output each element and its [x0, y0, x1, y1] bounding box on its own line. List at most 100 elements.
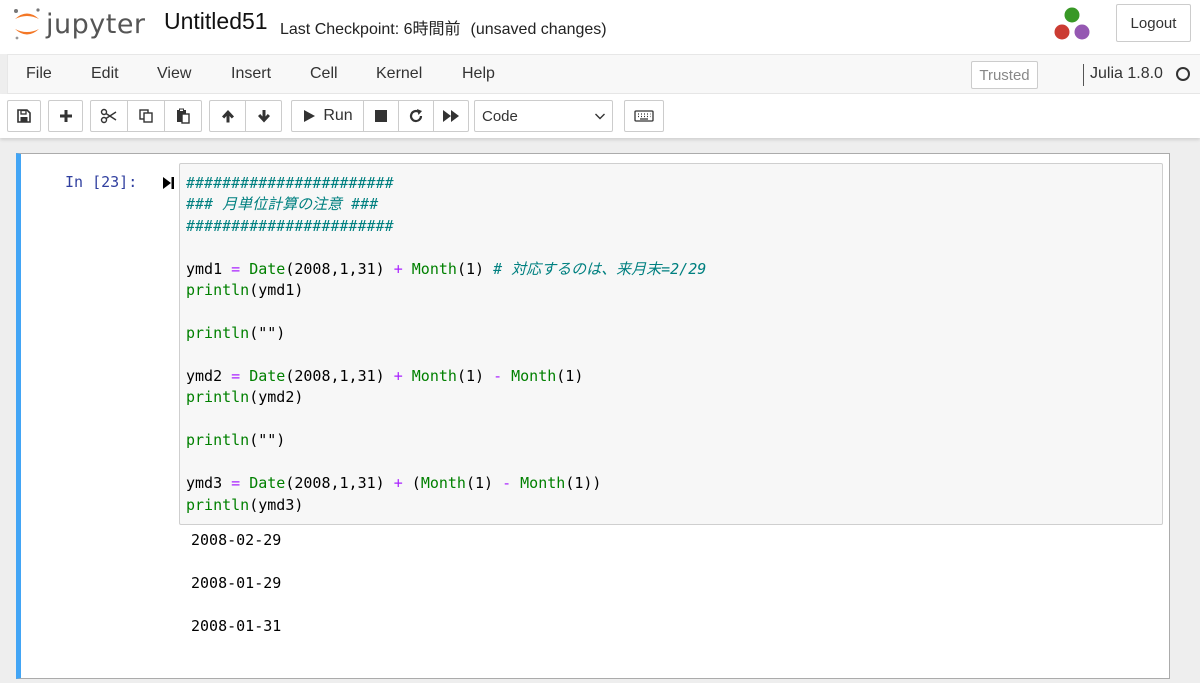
- trusted-indicator[interactable]: Trusted: [971, 61, 1038, 89]
- cut-icon: [100, 108, 117, 124]
- operator: -: [502, 474, 521, 493]
- logout-button[interactable]: Logout: [1116, 4, 1191, 42]
- run-cell-icon[interactable]: [161, 175, 175, 191]
- code-line: #######################: [186, 216, 1156, 237]
- operator: +: [393, 259, 412, 278]
- operator: +: [393, 366, 412, 385]
- save-icon: [17, 109, 31, 123]
- cut-button[interactable]: [90, 100, 128, 132]
- operator: =: [231, 366, 250, 385]
- logo-text: jupyter: [46, 8, 146, 40]
- output-line: 2008-01-29: [191, 574, 282, 592]
- code-line: ymd2 = Date(2008,1,31) + Month(1) - Mont…: [186, 366, 1156, 387]
- toolbar: Run Code: [0, 94, 1200, 138]
- interrupt-kernel-button[interactable]: [363, 100, 399, 132]
- output-line-blank: [179, 552, 1163, 574]
- operator: =: [231, 259, 250, 278]
- menu-help[interactable]: Help: [462, 65, 495, 83]
- menu-edit[interactable]: Edit: [91, 65, 119, 83]
- menu-cell[interactable]: Cell: [310, 65, 338, 83]
- paste-icon: [177, 108, 190, 124]
- builtin: println: [186, 281, 250, 300]
- code-line: println(ymd3): [186, 495, 1156, 516]
- menu-file[interactable]: File: [26, 65, 52, 83]
- builtin: Month: [511, 366, 557, 385]
- output-line: 2008-01-31: [191, 617, 282, 635]
- code-line: println(ymd2): [186, 387, 1156, 408]
- args: (ymd3): [249, 495, 304, 514]
- notebook-name[interactable]: Untitled51: [164, 8, 268, 35]
- builtin: Date: [249, 259, 286, 278]
- builtin: Month: [411, 366, 457, 385]
- arrow-down-icon: [257, 110, 270, 123]
- builtin: Month: [420, 474, 466, 493]
- chevron-down-icon: [595, 113, 605, 120]
- menubar: File Edit View Insert Cell Kernel Help T…: [7, 54, 1200, 94]
- kernel-name[interactable]: Julia 1.8.0: [1090, 65, 1163, 83]
- variable: ymd2: [186, 366, 232, 385]
- comment: # 対応するのは、来月末=2/29: [493, 259, 707, 278]
- kernel-idle-indicator-icon: [1176, 67, 1190, 81]
- header: jupyter Untitled51 Last Checkpoint: 6時間前…: [0, 0, 1200, 54]
- save-button[interactable]: [7, 100, 41, 132]
- jupyter-logo[interactable]: jupyter: [12, 4, 146, 44]
- args: (""): [249, 324, 286, 343]
- code-line: ### 月単位計算の注意 ###: [186, 194, 1156, 215]
- code-cell-selected[interactable]: In [23]: ####################### ### 月単位…: [16, 153, 1170, 679]
- palette-group: [624, 100, 664, 132]
- move-down-button[interactable]: [245, 100, 282, 132]
- clipboard-group: [90, 100, 202, 132]
- builtin: Month: [520, 474, 566, 493]
- cell-type-select[interactable]: Code: [474, 100, 613, 132]
- stop-icon: [375, 110, 387, 122]
- last-checkpoint: Last Checkpoint: 6時間前: [280, 21, 461, 38]
- operator: =: [231, 474, 250, 493]
- arrow-up-icon: [221, 110, 234, 123]
- args: (1): [456, 259, 494, 278]
- comment: #######################: [186, 216, 394, 235]
- copy-icon: [139, 109, 153, 123]
- restart-kernel-button[interactable]: [398, 100, 434, 132]
- args: (1): [556, 366, 584, 385]
- move-up-button[interactable]: [209, 100, 246, 132]
- fast-forward-icon: [443, 110, 459, 122]
- julia-kernel-logo-icon: [1052, 6, 1092, 42]
- builtin: println: [186, 324, 250, 343]
- args: (ymd2): [249, 388, 304, 407]
- code-editor[interactable]: ####################### ### 月単位計算の注意 ###…: [179, 163, 1163, 525]
- output-line: 2008-02-29: [191, 531, 282, 549]
- args: (2008,1,31): [285, 366, 394, 385]
- checkpoint-status: Last Checkpoint: 6時間前 (unsaved changes): [280, 15, 607, 39]
- run-button[interactable]: Run: [291, 100, 364, 132]
- menu-kernel[interactable]: Kernel: [376, 65, 422, 83]
- args: (1): [465, 474, 503, 493]
- builtin: Date: [249, 366, 286, 385]
- args: (ymd1): [249, 281, 304, 300]
- comment: #######################: [186, 174, 394, 192]
- code-line: ymd1 = Date(2008,1,31) + Month(1) # 対応する…: [186, 259, 1156, 280]
- play-icon: [304, 110, 316, 122]
- code-line: println(ymd1): [186, 280, 1156, 301]
- args: (1)): [565, 474, 602, 493]
- menu-insert[interactable]: Insert: [231, 65, 271, 83]
- restart-run-all-button[interactable]: [433, 100, 469, 132]
- insert-cell-button[interactable]: [48, 100, 83, 132]
- code-line: println(""): [186, 323, 1156, 344]
- builtin: println: [186, 388, 250, 407]
- output-line-blank: [179, 595, 1163, 617]
- operator: -: [493, 366, 512, 385]
- paste-button[interactable]: [164, 100, 202, 132]
- command-palette-button[interactable]: [624, 100, 664, 132]
- copy-button[interactable]: [127, 100, 165, 132]
- menu-view[interactable]: View: [157, 65, 191, 83]
- code-line: println(""): [186, 430, 1156, 451]
- variable: ymd3: [186, 474, 232, 493]
- comment: ### 月単位計算の注意 ###: [186, 195, 379, 214]
- autosave-status: (unsaved changes): [470, 21, 607, 38]
- builtin: println: [186, 495, 250, 514]
- plus-icon: [59, 110, 72, 122]
- args: (1): [456, 366, 494, 385]
